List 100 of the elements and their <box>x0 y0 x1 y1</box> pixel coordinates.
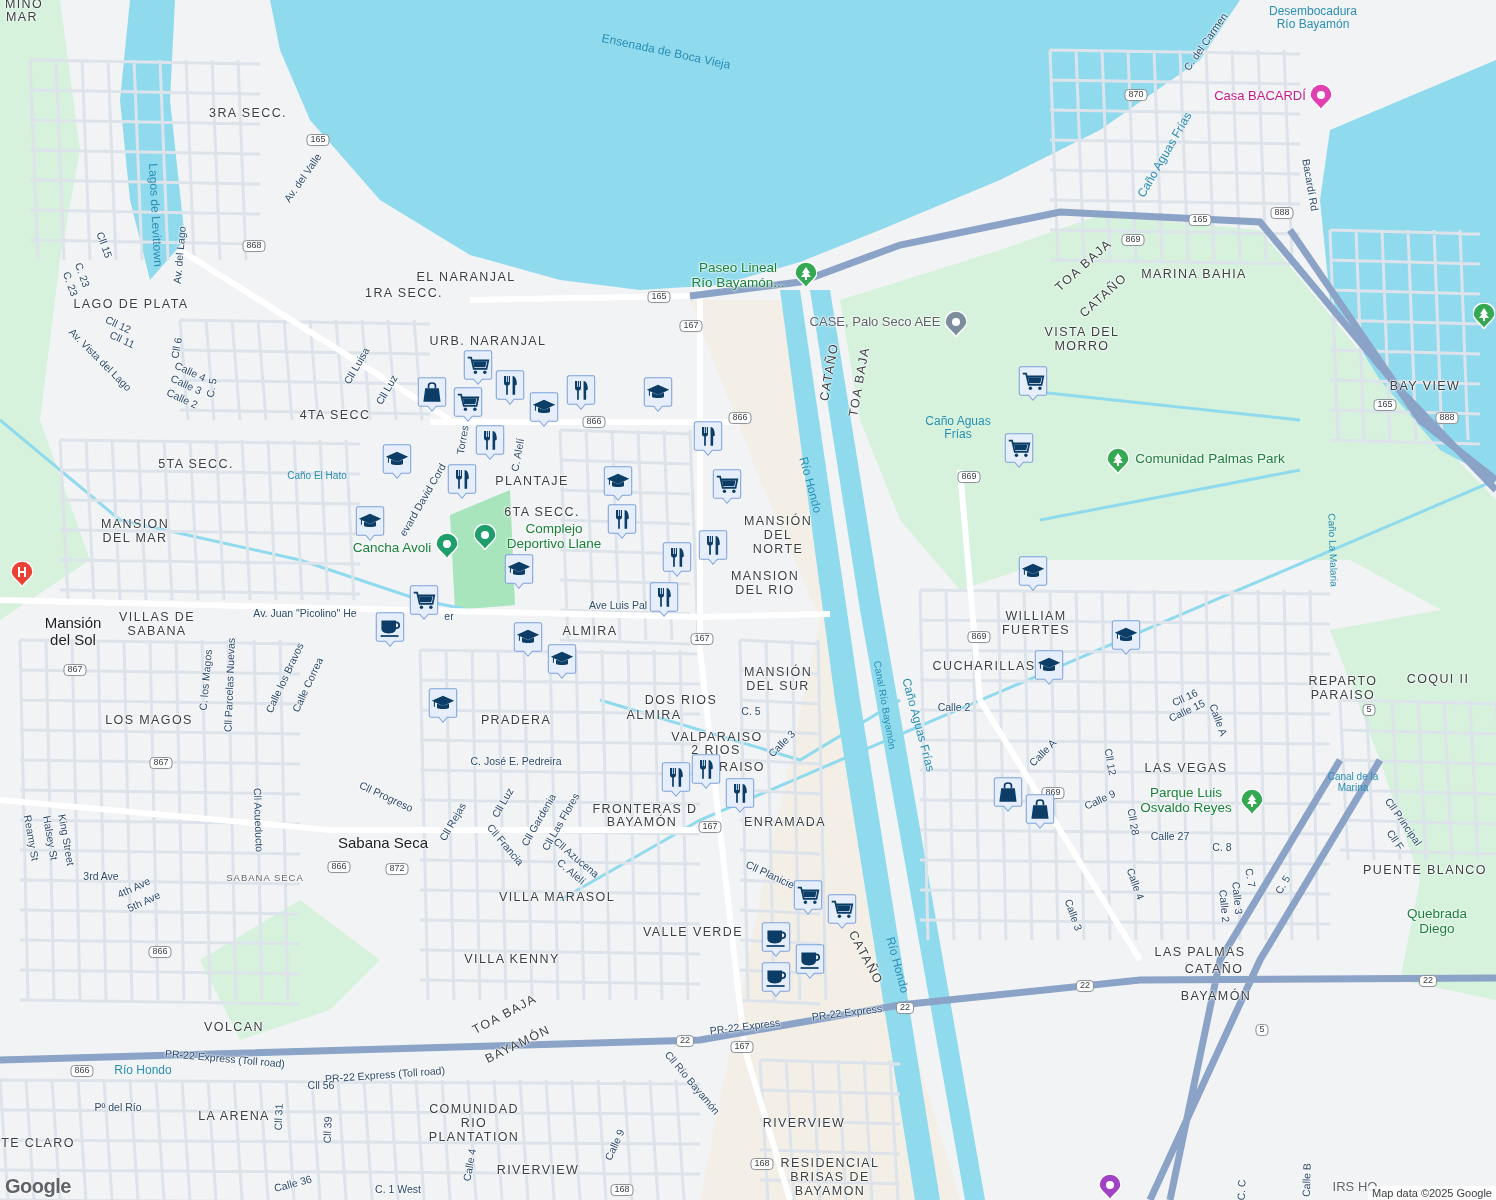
area-label: COQUI II <box>1406 673 1470 687</box>
route-shield: 867 <box>149 757 173 769</box>
area-label: URB. NARANJAL <box>429 335 547 349</box>
area-label: RAISO <box>719 761 765 775</box>
route-shield: 167 <box>690 633 714 645</box>
fork-knife-icon[interactable] <box>662 542 692 578</box>
street-label: C. C <box>1235 1179 1249 1200</box>
water-label: Canal Río Bayamón <box>871 659 899 751</box>
area-label: RIVERVIEW <box>762 1117 846 1131</box>
fork-knife-icon[interactable] <box>693 421 723 457</box>
area-label: MANSIÓN DEL NORTE <box>742 515 814 557</box>
street-label: C. José E. Pedreira <box>470 756 562 768</box>
fork-knife-icon[interactable] <box>698 530 728 566</box>
route-shield: 869 <box>967 631 991 643</box>
park-icon[interactable] <box>795 262 817 288</box>
route-shield: 866 <box>582 416 606 428</box>
shopping-bag-icon[interactable] <box>1025 794 1055 830</box>
route-shield: 869 <box>957 471 981 483</box>
place-icon[interactable] <box>1099 1174 1121 1200</box>
shopping-cart-icon[interactable] <box>409 585 439 621</box>
area-label: WILLIAM FUERTES <box>1001 610 1071 638</box>
coffee-cup-icon[interactable] <box>375 612 405 648</box>
route-shield: 888 <box>1435 412 1459 424</box>
area-label: COMUNIDAD RIO PLANTATION <box>427 1103 521 1145</box>
fork-knife-icon[interactable] <box>691 754 721 790</box>
water-label: Río Hondo <box>114 1064 172 1078</box>
area-label: VILLAS DE SABANA <box>118 611 196 639</box>
street-label: C. 7 <box>1242 867 1258 889</box>
park-label: Cancha Avoli <box>352 540 432 556</box>
graduation-cap-icon[interactable] <box>382 444 412 480</box>
area-label: 3RA SECC. <box>209 107 287 121</box>
route-shield: 866 <box>148 946 172 958</box>
street-label: 3rd Ave <box>83 871 119 883</box>
area-label: MARINA BAHIA <box>1141 268 1247 282</box>
fork-knife-icon[interactable] <box>566 375 596 411</box>
route-shield: 168 <box>750 1158 774 1170</box>
street-label: C. Alelí <box>509 437 527 473</box>
route-shield: 165 <box>306 134 330 146</box>
route-shield: 165 <box>647 291 671 303</box>
graduation-cap-icon[interactable] <box>547 644 577 680</box>
street-label: Calle 27 <box>1150 831 1190 843</box>
area-label: LAS VEGAS <box>1144 762 1228 776</box>
street-label: C. 23 <box>60 270 80 298</box>
route-shield: 167 <box>698 821 722 833</box>
area-label: LA ARENA <box>198 1110 270 1124</box>
shopping-bag-icon[interactable] <box>993 777 1023 813</box>
street-label: Cll Luz <box>373 373 401 407</box>
graduation-cap-icon[interactable] <box>513 622 543 658</box>
water-label: Desembocadura Río Bayamón <box>1267 4 1359 32</box>
place-icon[interactable] <box>945 311 967 337</box>
fork-knife-icon[interactable] <box>725 778 755 814</box>
fork-knife-icon[interactable] <box>661 762 691 798</box>
graduation-cap-icon[interactable] <box>603 466 633 502</box>
place-icon[interactable] <box>1310 84 1332 110</box>
graduation-cap-icon[interactable] <box>355 506 385 542</box>
street-label: C. 5 <box>204 377 220 399</box>
street-label: Cll 28 <box>1125 807 1141 837</box>
graduation-cap-icon[interactable] <box>1018 556 1048 592</box>
shopping-bag-icon[interactable] <box>417 377 447 413</box>
place-icon[interactable] <box>436 533 458 559</box>
graduation-cap-icon[interactable] <box>529 392 559 428</box>
graduation-cap-icon[interactable] <box>643 377 673 413</box>
street-label: Calle 3 <box>1229 881 1245 915</box>
hospital-icon[interactable] <box>11 561 33 587</box>
place-icon[interactable] <box>474 524 496 550</box>
area-label: ENRAMADA <box>744 816 826 830</box>
shopping-cart-icon[interactable] <box>793 880 823 916</box>
shopping-cart-icon[interactable] <box>453 387 483 423</box>
graduation-cap-icon[interactable] <box>428 688 458 724</box>
street-label: Calle 2 <box>1216 889 1232 923</box>
area-label: RESIDENCIAL BRISAS DE BAYAMON <box>779 1157 881 1199</box>
park-icon[interactable] <box>1107 448 1129 474</box>
graduation-cap-icon[interactable] <box>504 554 534 590</box>
park-icon[interactable] <box>1241 789 1263 815</box>
shopping-cart-icon[interactable] <box>463 350 493 386</box>
area-label: MINO <box>4 0 44 12</box>
fork-knife-icon[interactable] <box>447 464 477 500</box>
fork-knife-icon[interactable] <box>495 370 525 406</box>
graduation-cap-icon[interactable] <box>1111 620 1141 656</box>
park-label: Complejo Deportivo Llane <box>505 522 603 552</box>
park-icon[interactable] <box>1473 303 1495 329</box>
street-label: Calle 3 <box>1062 897 1084 933</box>
area-label: VISTA DEL MORRO <box>1043 326 1121 354</box>
area-label: VILLA MARASOL <box>498 891 616 905</box>
shopping-cart-icon[interactable] <box>712 469 742 505</box>
street-label: C. 8 <box>1212 842 1232 854</box>
street-label: Cll Parcelas Nuevas <box>222 637 238 733</box>
area-label: FRONTERAS D <box>592 803 698 817</box>
route-shield: 5 <box>1255 1024 1269 1036</box>
area-label: PUENTE BLANCO <box>1363 864 1487 878</box>
park-label: Parque Luis Osvaldo Reyes <box>1139 786 1233 816</box>
fork-knife-icon[interactable] <box>475 425 505 461</box>
area-label: TE CLARO <box>1 1137 75 1151</box>
area-label: LAGO DE PLATA <box>73 298 189 312</box>
town-label: Mansión del Sol <box>43 614 103 648</box>
area-label: MANSION DEL RIO <box>729 570 801 598</box>
street-label: Cll 6 <box>169 336 185 360</box>
area-label: LOS MAGOS <box>105 714 193 728</box>
fork-knife-icon[interactable] <box>607 504 637 540</box>
area-label: BAY VIEW <box>1389 380 1461 394</box>
